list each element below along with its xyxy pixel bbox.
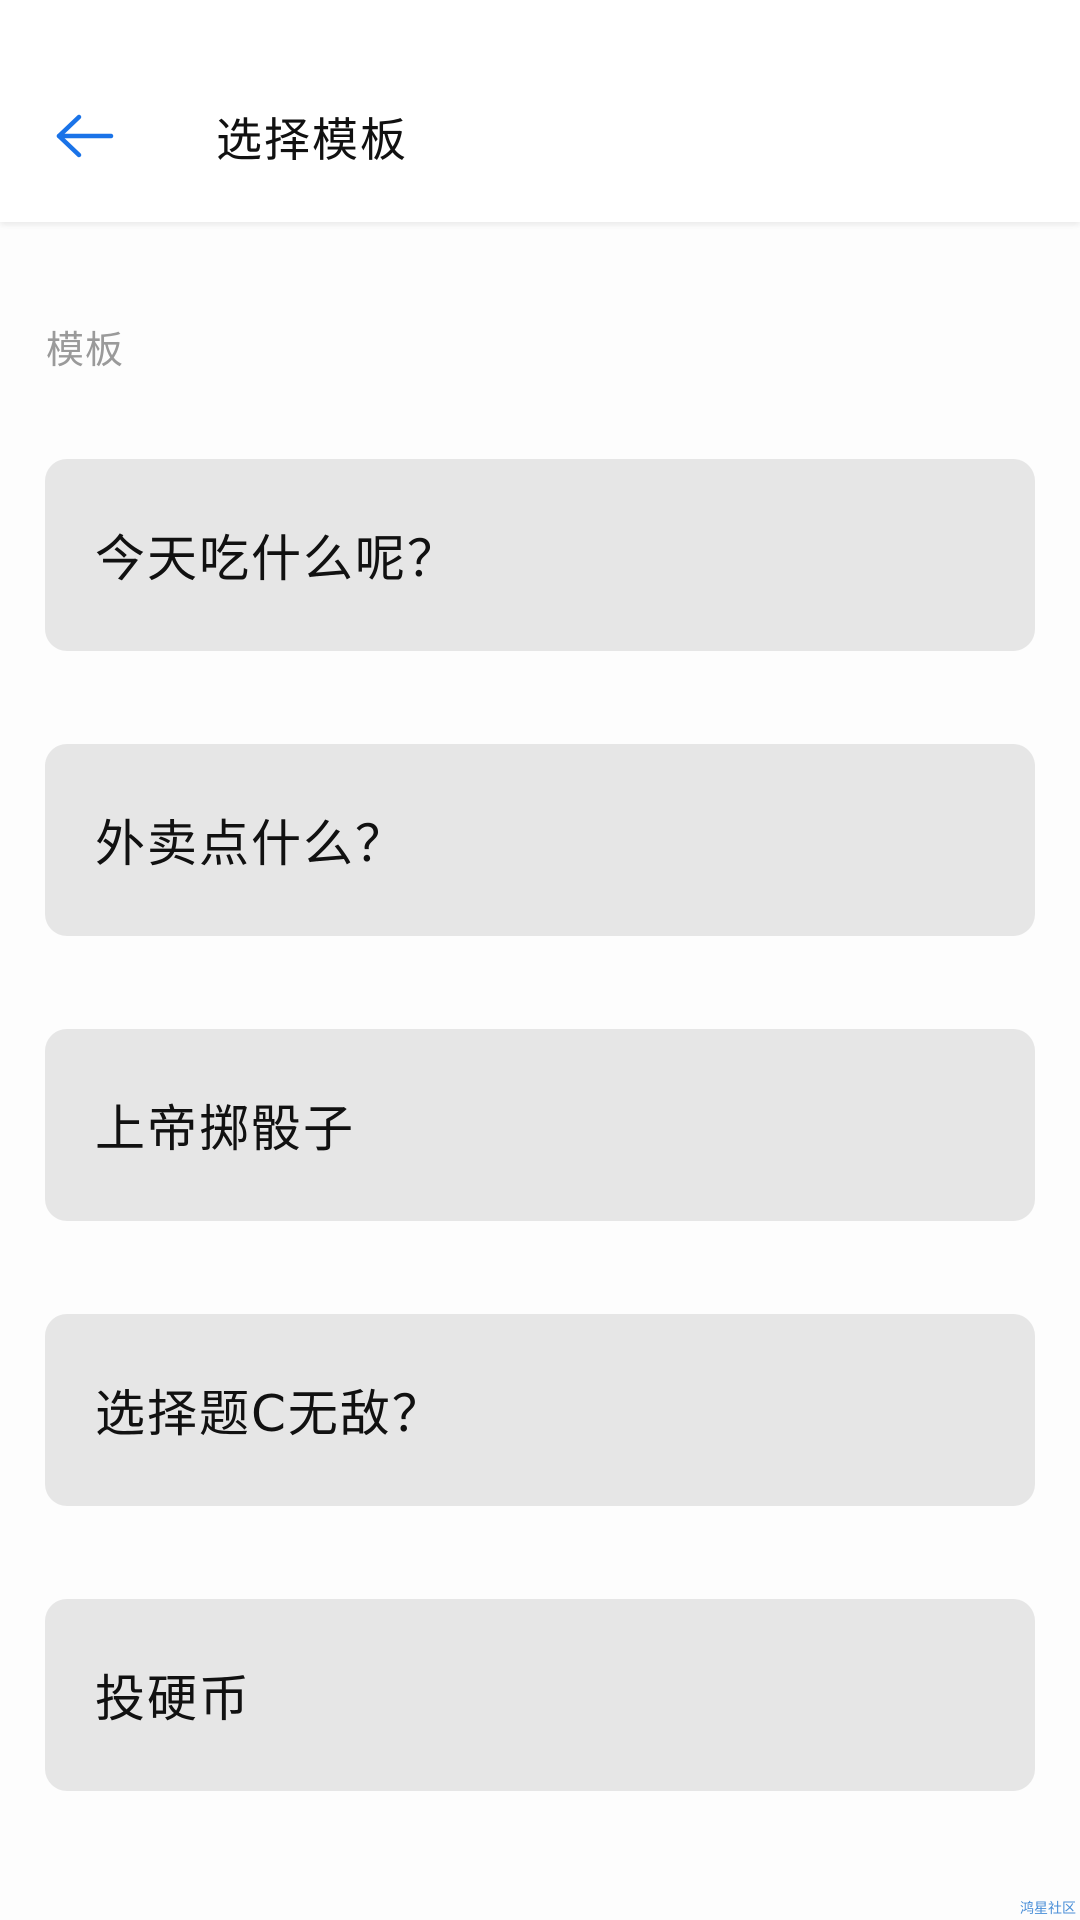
arrow-left-icon [55,114,115,162]
template-label: 选择题C无敌？ [95,1385,444,1443]
template-card-eat[interactable]: 今天吃什么呢？ [45,459,1035,651]
section-label: 模板 [46,328,125,372]
template-card-takeout[interactable]: 外卖点什么？ [45,744,1035,936]
template-label: 今天吃什么呢？ [95,530,459,588]
template-label: 外卖点什么？ [95,815,407,873]
template-list: 今天吃什么呢？ 外卖点什么？ 上帝掷骰子 选择题C无敌？ 投硬币 [45,459,1035,1884]
app-bar: 选择模板 [0,0,1080,222]
watermark: 鸿星社区 [1020,1901,1076,1917]
template-card-dice[interactable]: 上帝掷骰子 [45,1029,1035,1221]
back-button[interactable] [40,100,130,176]
page-title: 选择模板 [216,113,408,167]
template-label: 投硬币 [95,1670,251,1728]
template-label: 上帝掷骰子 [95,1100,355,1158]
template-card-coin[interactable]: 投硬币 [45,1599,1035,1791]
template-card-choice-c[interactable]: 选择题C无敌？ [45,1314,1035,1506]
